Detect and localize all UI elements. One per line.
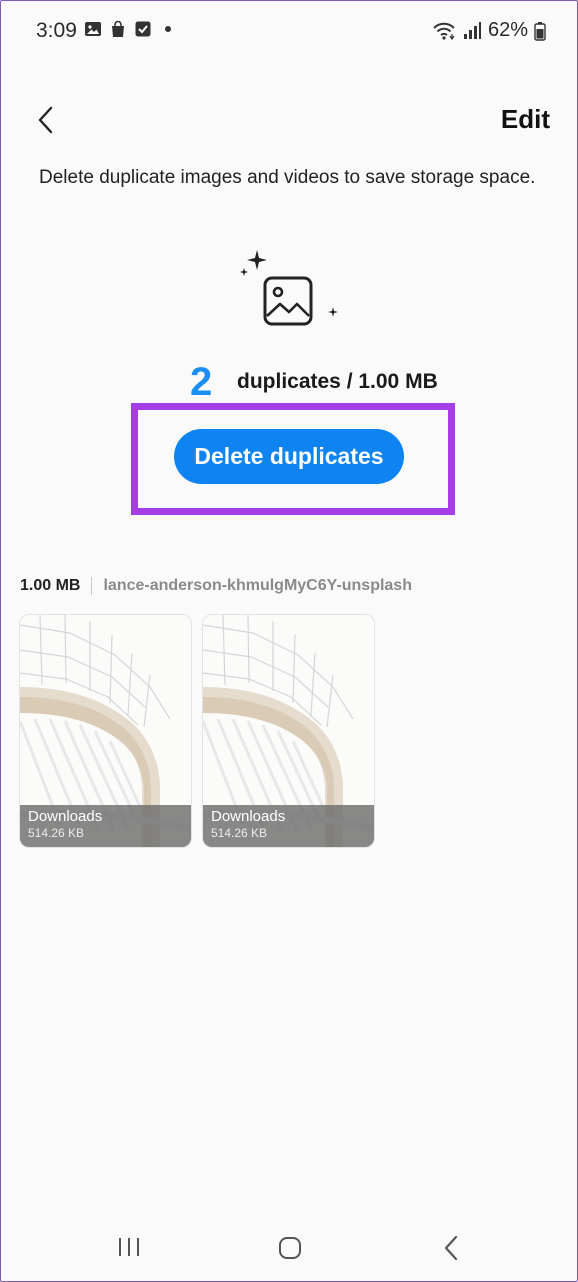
thumbnail-caption: Downloads 514.26 KB <box>20 805 191 847</box>
wifi-icon <box>433 22 455 40</box>
file-size: 514.26 KB <box>28 826 85 840</box>
image-sparkle-icon <box>240 250 338 326</box>
shopping-bag-icon <box>112 20 124 37</box>
folder-name: Downloads <box>28 808 103 825</box>
group-header: 1.00 MB lance-anderson-khmulgMyC6Y-unspl… <box>20 575 412 597</box>
folder-name: Downloads <box>211 808 286 825</box>
divider <box>91 577 93 595</box>
file-size: 514.26 KB <box>211 826 268 840</box>
status-time: 3:09 <box>36 19 77 42</box>
duplicate-thumbnail[interactable]: Downloads 514.26 KB <box>19 614 192 848</box>
battery-percent: 62% <box>487 19 528 41</box>
duplicate-count: 2 <box>190 360 213 404</box>
back-nav-icon[interactable] <box>441 1235 461 1261</box>
chevron-left-icon <box>38 106 53 134</box>
duplicate-size-text: duplicates / 1.00 MB <box>237 370 438 393</box>
recents-icon[interactable] <box>117 1236 141 1258</box>
back-button[interactable] <box>28 100 64 140</box>
group-file-name: lance-anderson-khmulgMyC6Y-unsplash <box>103 577 412 594</box>
thumbnail-caption: Downloads 514.26 KB <box>203 805 374 847</box>
delete-duplicates-button[interactable]: Delete duplicates <box>174 429 404 484</box>
checkbox-icon <box>135 21 151 37</box>
status-bar: 3:09 62% <box>0 0 578 60</box>
battery-icon <box>534 21 546 41</box>
signal-icon <box>463 21 481 39</box>
gallery-icon <box>85 22 101 36</box>
system-icons: 62% <box>432 19 546 42</box>
duplicate-thumbnail[interactable]: Downloads 514.26 KB <box>202 614 375 848</box>
edit-button[interactable]: Edit <box>501 104 550 135</box>
group-size: 1.00 MB <box>20 577 81 594</box>
home-icon[interactable] <box>278 1236 302 1260</box>
dot-icon <box>165 26 171 32</box>
navigation-bar <box>0 1220 578 1270</box>
notification-icons <box>84 20 171 38</box>
description-text: Delete duplicate images and videos to sa… <box>39 167 536 188</box>
duplicates-summary: 2 duplicates / 1.00 MB <box>0 360 578 404</box>
